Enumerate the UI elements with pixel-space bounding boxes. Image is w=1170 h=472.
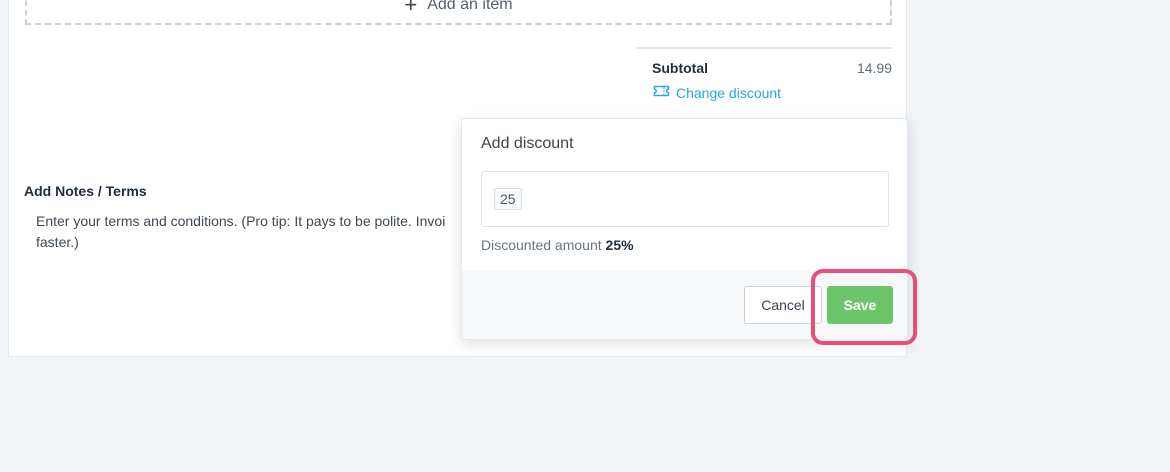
discounted-amount-value: 25% xyxy=(605,237,634,253)
discounted-amount-label: Discounted amount xyxy=(481,237,602,253)
ticket-icon xyxy=(653,84,670,101)
subtotal-value: 14.99 xyxy=(856,60,892,76)
discount-input[interactable]: 25 xyxy=(481,171,889,227)
notes-title: Add Notes / Terms xyxy=(24,183,147,199)
popover-footer: Cancel Save xyxy=(462,270,907,339)
save-button[interactable]: Save xyxy=(827,286,893,324)
subtotal-label: Subtotal xyxy=(652,60,708,76)
notes-textarea[interactable]: Enter your terms and conditions. (Pro ti… xyxy=(36,211,466,253)
cancel-button[interactable]: Cancel xyxy=(744,286,822,324)
totals-divider xyxy=(636,47,893,49)
discounted-amount: Discounted amount 25% xyxy=(481,237,634,253)
change-discount-label: Change discount xyxy=(676,84,782,101)
discount-popover: Add discount 25 Discounted amount 25% Ca… xyxy=(461,118,908,340)
discount-value-chip: 25 xyxy=(494,188,522,210)
notes-text-line: Enter your terms and conditions. (Pro ti… xyxy=(36,213,446,229)
popover-title: Add discount xyxy=(481,135,574,152)
add-item-label: Add an item xyxy=(427,0,513,13)
change-discount-link[interactable]: Change discount xyxy=(653,84,781,101)
add-item-button[interactable]: + Add an item xyxy=(25,0,892,25)
notes-text-line: faster.) xyxy=(36,234,79,250)
plus-icon: + xyxy=(404,0,418,17)
